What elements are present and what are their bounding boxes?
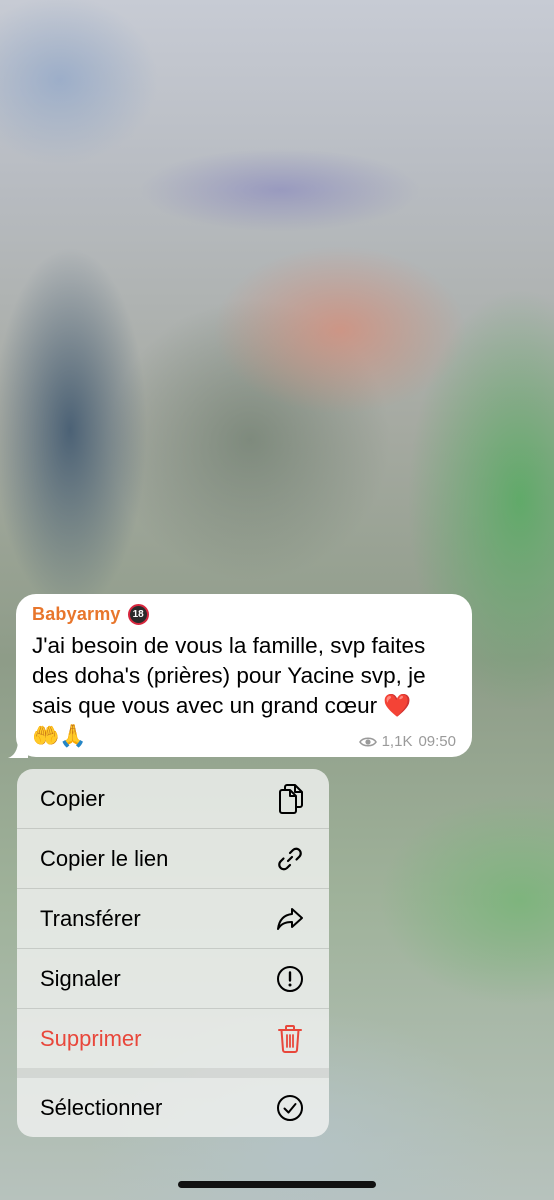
view-count: 1,1K: [381, 733, 413, 750]
menu-item-report[interactable]: Signaler: [17, 949, 329, 1008]
copy-icon: [275, 783, 305, 814]
link-icon: [275, 844, 305, 874]
home-indicator[interactable]: [178, 1181, 376, 1188]
menu-item-copy[interactable]: Copier: [17, 769, 329, 828]
menu-item-select[interactable]: Sélectionner: [17, 1078, 329, 1137]
menu-item-copy-link[interactable]: Copier le lien: [17, 829, 329, 888]
adult-badge-icon: 18: [127, 603, 149, 625]
menu-item-delete[interactable]: Supprimer: [17, 1009, 329, 1068]
menu-item-label: Signaler: [40, 965, 121, 991]
eye-icon: [358, 736, 377, 747]
adult-badge-label: 18: [132, 608, 144, 620]
report-icon: [275, 964, 305, 994]
sender-name[interactable]: Babyarmy: [32, 604, 121, 625]
sender-row: Babyarmy 18: [32, 602, 456, 626]
menu-section-separator: [17, 1068, 329, 1078]
forward-icon: [275, 904, 305, 934]
message-meta: 1,1K 09:50: [358, 733, 456, 750]
menu-item-label: Copier le lien: [40, 845, 169, 871]
context-menu: Copier Copier le lien Transférer Signale…: [17, 769, 329, 1137]
menu-item-label: Sélectionner: [40, 1094, 163, 1120]
select-check-icon: [275, 1093, 305, 1123]
menu-item-label: Supprimer: [40, 1025, 142, 1051]
menu-item-forward[interactable]: Transférer: [17, 889, 329, 948]
message-body: J'ai besoin de vous la famille, svp fait…: [32, 633, 426, 718]
message-bubble[interactable]: Babyarmy 18 J'ai besoin de vous la famil…: [16, 594, 472, 757]
message-time: 09:50: [418, 733, 456, 750]
trash-icon: [275, 1024, 305, 1054]
menu-item-label: Transférer: [40, 905, 141, 931]
menu-item-label: Copier: [40, 785, 105, 811]
